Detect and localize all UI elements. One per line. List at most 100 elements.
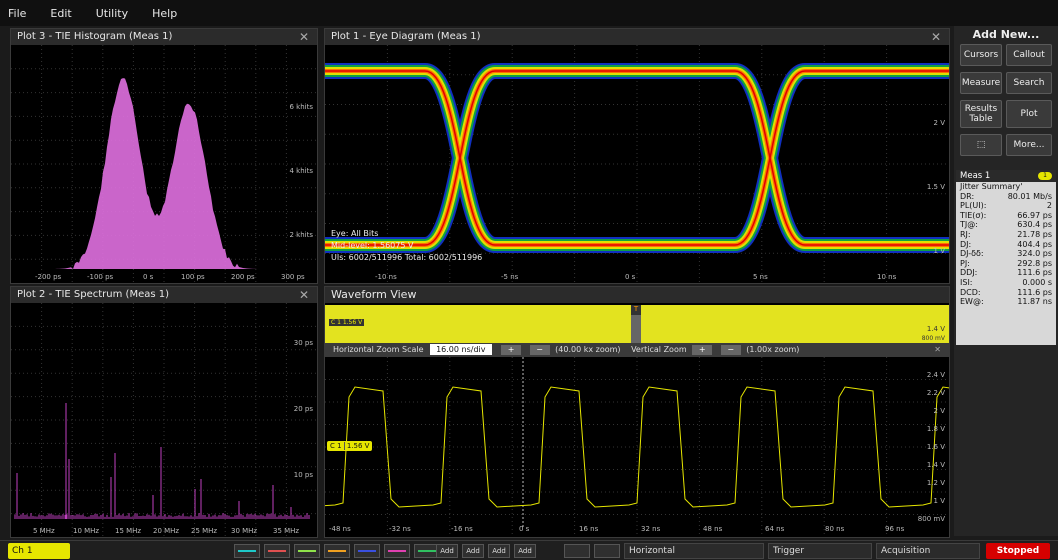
- search-button[interactable]: Search: [1006, 72, 1052, 94]
- channel-4-button[interactable]: [294, 544, 320, 558]
- x-tick: 0 s: [143, 273, 153, 281]
- close-icon[interactable]: ✕: [931, 29, 941, 45]
- more-button[interactable]: More...: [1006, 134, 1052, 156]
- y-tick: 10 ps: [294, 471, 313, 479]
- trigger-badge[interactable]: Trigger: [768, 543, 872, 559]
- x-tick: 200 ps: [231, 273, 255, 281]
- channel-3-button[interactable]: [264, 544, 290, 558]
- add-ref-button[interactable]: Add: [462, 544, 484, 558]
- callout-button[interactable]: Callout: [1006, 44, 1052, 66]
- menu-utility[interactable]: Utility: [96, 7, 128, 20]
- y-tick: 1.2 V: [927, 479, 945, 487]
- meas-row: TIE(σ): 66.97 ps: [956, 211, 1056, 221]
- cursors-button[interactable]: Cursors: [960, 44, 1002, 66]
- add-dvm-button[interactable]: Add: [514, 544, 536, 558]
- channel-7-button[interactable]: [384, 544, 410, 558]
- x-tick: 16 ns: [579, 525, 598, 533]
- channel-1-button[interactable]: Ch 1: [8, 543, 70, 559]
- x-tick: 32 ns: [641, 525, 660, 533]
- x-tick: 35 MHz: [273, 527, 299, 535]
- channel-2-button[interactable]: [234, 544, 260, 558]
- add-bus-button[interactable]: Add: [488, 544, 510, 558]
- vzoom-plus-button[interactable]: +: [692, 345, 712, 355]
- eye-title: Plot 1 - Eye Diagram (Meas 1): [331, 31, 481, 42]
- y-tick: 1 V: [934, 497, 945, 505]
- trigger-marker-icon[interactable]: T: [631, 305, 641, 315]
- waveform-view-panel[interactable]: Waveform View C 1 1.56 V T 1.4 V 800 mV …: [324, 286, 950, 538]
- x-tick: 25 MHz: [191, 527, 217, 535]
- y-tick: 1.4 V: [927, 461, 945, 469]
- measure-button[interactable]: Measure: [960, 72, 1002, 94]
- y-tick: 4 khits: [289, 167, 313, 175]
- x-tick: 64 ns: [765, 525, 784, 533]
- histogram-panel[interactable]: Plot 3 - TIE Histogram (Meas 1) ✕ 6 khits…: [10, 28, 318, 284]
- close-icon[interactable]: ✕: [299, 287, 309, 303]
- meas-row: RJ: 21.78 ps: [956, 230, 1056, 240]
- y-tick: 2 khits: [289, 231, 313, 239]
- eye-plot: [325, 45, 949, 283]
- add-new-heading: Add New...: [954, 28, 1058, 41]
- hzoom-minus-button[interactable]: −: [530, 345, 550, 355]
- run-stop-status[interactable]: Stopped: [986, 543, 1050, 559]
- histogram-plot: [11, 45, 317, 283]
- x-tick: 0 s: [625, 273, 635, 281]
- y-tick: 6 khits: [289, 103, 313, 111]
- hzoom-factor: (40.00 kx zoom): [555, 345, 620, 354]
- x-tick: 10 MHz: [73, 527, 99, 535]
- meas-header: Meas 1 1: [956, 170, 1056, 182]
- add-math-button[interactable]: Add: [436, 544, 458, 558]
- menu-help[interactable]: Help: [152, 7, 177, 20]
- close-icon[interactable]: ✕: [299, 29, 309, 45]
- empty-slot-button[interactable]: [564, 544, 590, 558]
- panel-title: Plot 3 - TIE Histogram (Meas 1) ✕: [11, 29, 317, 45]
- menu-bar: File Edit Utility Help: [0, 0, 1058, 26]
- x-tick: -100 ps: [87, 273, 113, 281]
- x-tick: -32 ns: [389, 525, 411, 533]
- y-tick: 30 ps: [294, 339, 313, 347]
- channel-1-label[interactable]: C 1 1.56 V: [327, 441, 372, 451]
- acquisition-badge[interactable]: Acquisition: [876, 543, 980, 559]
- panel-title: Waveform View: [325, 287, 949, 303]
- hzoom-scale-input[interactable]: 16.00 ns/div: [430, 344, 491, 355]
- close-zoom-icon[interactable]: ✕: [934, 343, 941, 357]
- empty-slot-button[interactable]: [594, 544, 620, 558]
- overview-right-label: 1.4 V: [927, 325, 945, 333]
- panel-title: Plot 1 - Eye Diagram (Meas 1) ✕: [325, 29, 949, 45]
- x-tick: -10 ns: [375, 273, 397, 281]
- x-tick: -16 ns: [451, 525, 473, 533]
- x-tick: 5 MHz: [33, 527, 55, 535]
- x-tick: 0 s: [519, 525, 529, 533]
- spectrum-plot: [11, 303, 317, 537]
- y-tick: 1.5 V: [927, 183, 945, 191]
- y-tick: 20 ps: [294, 405, 313, 413]
- hzoom-plus-button[interactable]: +: [501, 345, 521, 355]
- eye-info-1: Eye: All Bits: [331, 229, 378, 238]
- vzoom-factor: (1.00x zoom): [746, 345, 799, 354]
- menu-file[interactable]: File: [8, 7, 26, 20]
- spectrum-panel[interactable]: Plot 2 - TIE Spectrum (Meas 1) ✕ 30 ps 20…: [10, 286, 318, 538]
- y-tick: 800 mV: [918, 515, 945, 523]
- hzoom-label: Horizontal Zoom Scale: [333, 345, 424, 354]
- meas-rows: DR: 80.01 Mb/s PL(UI): 2 TIE(σ): 66.97 ps TJ@:…: [956, 192, 1056, 307]
- channel-5-button[interactable]: [324, 544, 350, 558]
- plot-button[interactable]: Plot: [1006, 100, 1052, 128]
- meas-row: PJ: 292.8 ps: [956, 259, 1056, 269]
- eye-diagram-panel[interactable]: Plot 1 - Eye Diagram (Meas 1) ✕ 2 V 1.5 V…: [324, 28, 950, 284]
- meas-row: DJ: 404.4 ps: [956, 240, 1056, 250]
- zoom-bar: Horizontal Zoom Scale 16.00 ns/div + − (…: [325, 343, 949, 357]
- results-table-button[interactable]: Results Table: [960, 100, 1002, 128]
- meas-badge: 1: [1038, 172, 1052, 180]
- x-tick: 80 ns: [825, 525, 844, 533]
- channel-6-button[interactable]: [354, 544, 380, 558]
- eye-info-2: Mid-level: 1.56075 V: [331, 241, 413, 250]
- x-tick: 100 ps: [181, 273, 205, 281]
- meas-1-badge[interactable]: Meas 1 1 Jitter Summary' DR: 80.01 Mb/s PL(…: [956, 170, 1056, 345]
- menu-edit[interactable]: Edit: [50, 7, 71, 20]
- horizontal-badge[interactable]: Horizontal: [624, 543, 764, 559]
- zoom-select-icon[interactable]: ⬚: [960, 134, 1002, 156]
- vzoom-minus-button[interactable]: −: [721, 345, 741, 355]
- x-tick: 96 ns: [885, 525, 904, 533]
- panel-title: Plot 2 - TIE Spectrum (Meas 1) ✕: [11, 287, 317, 303]
- waveform-overview[interactable]: C 1 1.56 V T 1.4 V 800 mV: [325, 305, 949, 343]
- x-tick: -200 ps: [35, 273, 61, 281]
